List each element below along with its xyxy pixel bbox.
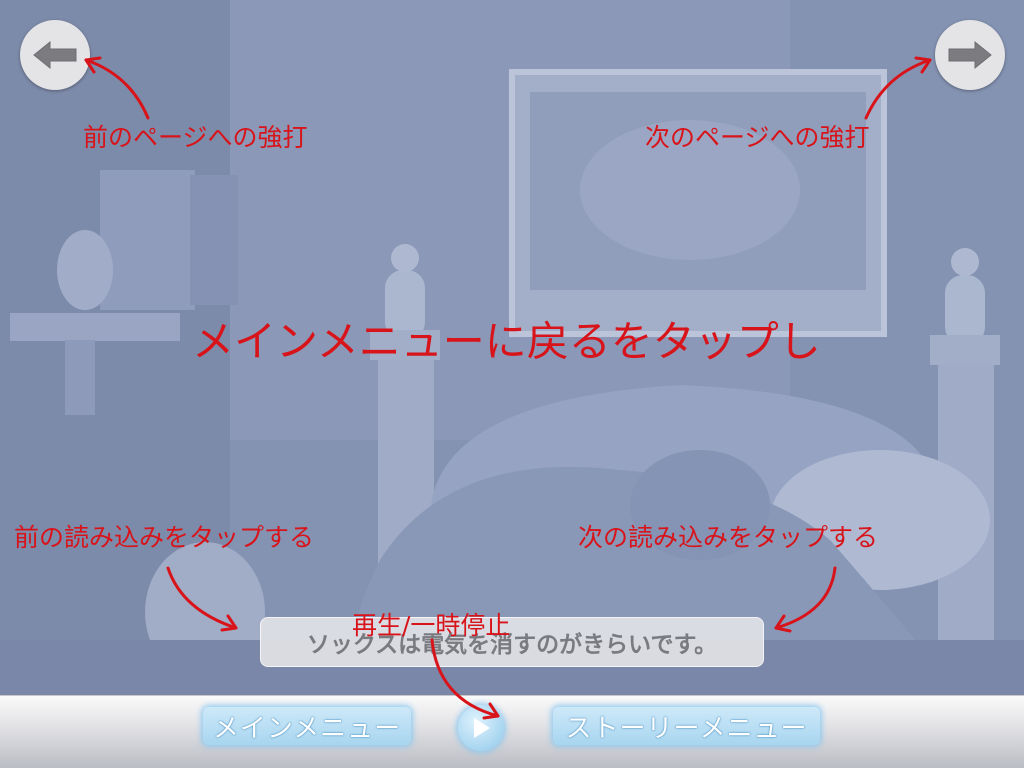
story-menu-button[interactable]: ストーリーメニュー [553, 707, 820, 745]
next-page-button[interactable] [935, 20, 1005, 90]
main-menu-button[interactable]: メインメニュー [203, 707, 411, 745]
story-page: ソックスは電気を消すのがきらいです。 メインメニュー ストーリーメニュー 前のペ… [0, 0, 1024, 768]
bottom-toolbar [0, 695, 1024, 768]
annotation-main-menu: メインメニューに戻るをタップし [192, 317, 821, 366]
arrow-right-icon [948, 40, 992, 70]
annotation-play-pause: 再生/一時停止 [352, 611, 511, 640]
arrow-left-icon [33, 40, 77, 70]
play-icon [474, 718, 490, 738]
prev-page-button[interactable] [20, 20, 90, 90]
annotation-next-page: 次のページへの強打 [645, 123, 870, 152]
annotation-next-read: 次の読み込みをタップする [578, 523, 879, 552]
story-caption[interactable]: ソックスは電気を消すのがきらいです。 [260, 617, 764, 667]
annotation-prev-page: 前のページへの強打 [83, 123, 308, 152]
play-pause-button[interactable] [458, 705, 504, 751]
annotation-prev-read: 前の読み込みをタップする [14, 523, 315, 552]
